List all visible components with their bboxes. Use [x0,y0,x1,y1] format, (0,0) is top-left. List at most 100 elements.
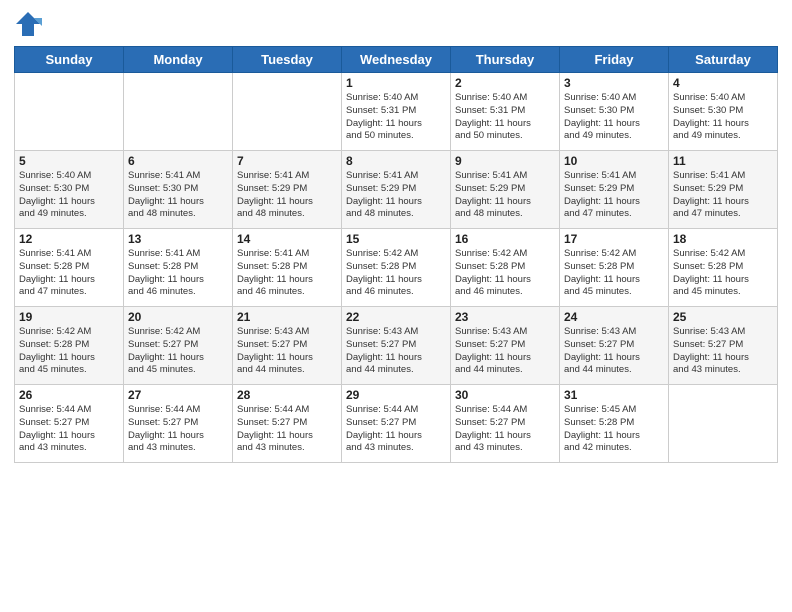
day-cell: 16 Sunrise: 5:42 AM Sunset: 5:28 PM Dayli… [451,229,560,307]
day-cell: 7 Sunrise: 5:41 AM Sunset: 5:29 PM Daylig… [233,151,342,229]
day-number: 31 [564,388,664,402]
day-number: 18 [673,232,773,246]
day-info: Sunrise: 5:44 AM Sunset: 5:27 PM Dayligh… [455,404,555,455]
day-number: 14 [237,232,337,246]
day-info: Sunrise: 5:40 AM Sunset: 5:30 PM Dayligh… [19,170,119,221]
day-number: 3 [564,76,664,90]
day-info: Sunrise: 5:44 AM Sunset: 5:27 PM Dayligh… [19,404,119,455]
day-cell: 24Sunrise: 5:43 AM Sunset: 5:27 PM Dayli… [560,307,669,385]
day-number: 20 [128,310,228,324]
day-number: 13 [128,232,228,246]
day-number: 29 [346,388,446,402]
day-cell: 12Sunrise: 5:41 AM Sunset: 5:28 PM Dayli… [15,229,124,307]
day-number: 4 [673,76,773,90]
day-number: 8 [346,154,446,168]
day-info: Sunrise: 5:41 AM Sunset: 5:30 PM Dayligh… [128,170,228,221]
day-info: Sunrise: 5:42 AM Sunset: 5:27 PM Dayligh… [128,326,228,377]
day-info: Sunrise: 5:41 AM Sunset: 5:29 PM Dayligh… [237,170,337,221]
day-cell: 14 Sunrise: 5:41 AM Sunset: 5:28 PM Dayli… [233,229,342,307]
day-info: Sunrise: 5:43 AM Sunset: 5:27 PM Dayligh… [455,326,555,377]
week-row-2: 5 Sunrise: 5:40 AM Sunset: 5:30 PM Daylig… [15,151,778,229]
day-info: Sunrise: 5:40 AM Sunset: 5:30 PM Dayligh… [673,92,773,143]
day-cell: 8Sunrise: 5:41 AM Sunset: 5:29 PM Daylig… [342,151,451,229]
page: SundayMondayTuesdayWednesdayThursdayFrid… [0,0,792,612]
logo-icon [14,10,42,38]
day-number: 5 [19,154,119,168]
calendar-table: SundayMondayTuesdayWednesdayThursdayFrid… [14,46,778,463]
day-number: 7 [237,154,337,168]
week-row-4: 19Sunrise: 5:42 AM Sunset: 5:28 PM Dayli… [15,307,778,385]
header [14,10,778,38]
col-header-friday: Friday [560,47,669,73]
day-cell: 22 Sunrise: 5:43 AM Sunset: 5:27 PM Dayli… [342,307,451,385]
day-cell: 29Sunrise: 5:44 AM Sunset: 5:27 PM Dayli… [342,385,451,463]
day-number: 2 [455,76,555,90]
day-cell: 18 Sunrise: 5:42 AM Sunset: 5:28 PM Dayli… [669,229,778,307]
day-number: 22 [346,310,446,324]
day-number: 9 [455,154,555,168]
day-cell: 27Sunrise: 5:44 AM Sunset: 5:27 PM Dayli… [124,385,233,463]
day-info: Sunrise: 5:43 AM Sunset: 5:27 PM Dayligh… [346,326,446,377]
day-cell: 13 Sunrise: 5:41 AM Sunset: 5:28 PM Dayli… [124,229,233,307]
col-header-saturday: Saturday [669,47,778,73]
day-info: Sunrise: 5:44 AM Sunset: 5:27 PM Dayligh… [128,404,228,455]
day-cell: 17 Sunrise: 5:42 AM Sunset: 5:28 PM Dayli… [560,229,669,307]
day-cell: 1 Sunrise: 5:40 AM Sunset: 5:31 PM Daylig… [342,73,451,151]
day-info: Sunrise: 5:41 AM Sunset: 5:28 PM Dayligh… [237,248,337,299]
day-cell [669,385,778,463]
day-info: Sunrise: 5:42 AM Sunset: 5:28 PM Dayligh… [564,248,664,299]
day-cell: 3 Sunrise: 5:40 AM Sunset: 5:30 PM Daylig… [560,73,669,151]
day-cell: 26 Sunrise: 5:44 AM Sunset: 5:27 PM Dayli… [15,385,124,463]
day-info: Sunrise: 5:41 AM Sunset: 5:29 PM Dayligh… [564,170,664,221]
day-cell: 6Sunrise: 5:41 AM Sunset: 5:30 PM Daylig… [124,151,233,229]
day-number: 30 [455,388,555,402]
day-cell: 10Sunrise: 5:41 AM Sunset: 5:29 PM Dayli… [560,151,669,229]
day-info: Sunrise: 5:41 AM Sunset: 5:28 PM Dayligh… [128,248,228,299]
day-cell: 15Sunrise: 5:42 AM Sunset: 5:28 PM Dayli… [342,229,451,307]
day-cell: 11 Sunrise: 5:41 AM Sunset: 5:29 PM Dayli… [669,151,778,229]
day-number: 11 [673,154,773,168]
day-info: Sunrise: 5:42 AM Sunset: 5:28 PM Dayligh… [673,248,773,299]
day-cell: 25 Sunrise: 5:43 AM Sunset: 5:27 PM Dayli… [669,307,778,385]
day-info: Sunrise: 5:40 AM Sunset: 5:31 PM Dayligh… [346,92,446,143]
day-cell: 4 Sunrise: 5:40 AM Sunset: 5:30 PM Daylig… [669,73,778,151]
day-number: 19 [19,310,119,324]
day-info: Sunrise: 5:41 AM Sunset: 5:29 PM Dayligh… [673,170,773,221]
day-info: Sunrise: 5:45 AM Sunset: 5:28 PM Dayligh… [564,404,664,455]
day-number: 25 [673,310,773,324]
day-info: Sunrise: 5:40 AM Sunset: 5:30 PM Dayligh… [564,92,664,143]
col-header-tuesday: Tuesday [233,47,342,73]
week-row-5: 26 Sunrise: 5:44 AM Sunset: 5:27 PM Dayli… [15,385,778,463]
day-cell: 5 Sunrise: 5:40 AM Sunset: 5:30 PM Daylig… [15,151,124,229]
day-cell: 30 Sunrise: 5:44 AM Sunset: 5:27 PM Dayli… [451,385,560,463]
day-number: 17 [564,232,664,246]
day-number: 26 [19,388,119,402]
week-row-3: 12 Sunrise: 5:41 AM Sunset: 5:28 PM Dayli… [15,229,778,307]
day-cell: 23Sunrise: 5:43 AM Sunset: 5:27 PM Dayli… [451,307,560,385]
day-info: Sunrise: 5:41 AM Sunset: 5:29 PM Dayligh… [455,170,555,221]
col-header-thursday: Thursday [451,47,560,73]
column-headers-row: SundayMondayTuesdayWednesdayThursdayFrid… [15,47,778,73]
day-cell [233,73,342,151]
day-cell [124,73,233,151]
col-header-sunday: Sunday [15,47,124,73]
day-cell: 28 Sunrise: 5:44 AM Sunset: 5:27 PM Dayli… [233,385,342,463]
day-info: Sunrise: 5:42 AM Sunset: 5:28 PM Dayligh… [455,248,555,299]
day-info: Sunrise: 5:43 AM Sunset: 5:27 PM Dayligh… [673,326,773,377]
day-number: 1 [346,76,446,90]
day-number: 12 [19,232,119,246]
day-cell [15,73,124,151]
day-cell: 21Sunrise: 5:43 AM Sunset: 5:27 PM Dayli… [233,307,342,385]
day-cell: 9 Sunrise: 5:41 AM Sunset: 5:29 PM Daylig… [451,151,560,229]
day-number: 21 [237,310,337,324]
day-number: 28 [237,388,337,402]
day-cell: 2Sunrise: 5:40 AM Sunset: 5:31 PM Daylig… [451,73,560,151]
day-number: 16 [455,232,555,246]
col-header-wednesday: Wednesday [342,47,451,73]
day-info: Sunrise: 5:44 AM Sunset: 5:27 PM Dayligh… [237,404,337,455]
day-cell: 20 Sunrise: 5:42 AM Sunset: 5:27 PM Dayli… [124,307,233,385]
day-number: 15 [346,232,446,246]
logo [14,10,46,38]
day-number: 24 [564,310,664,324]
col-header-monday: Monday [124,47,233,73]
